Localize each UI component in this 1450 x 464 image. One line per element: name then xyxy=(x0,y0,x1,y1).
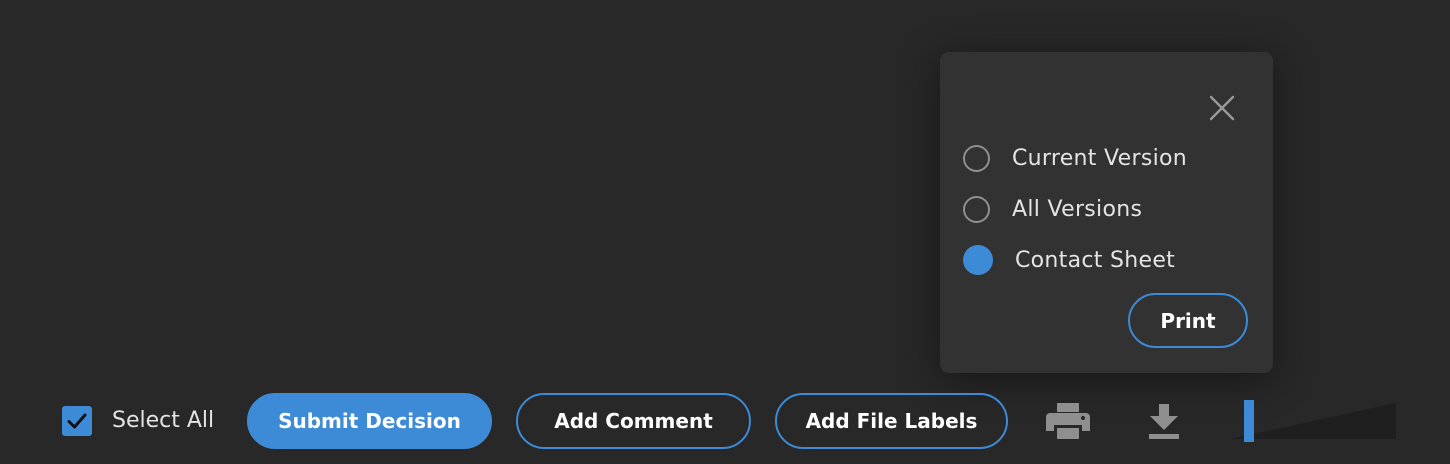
add-file-labels-button[interactable]: Add File Labels xyxy=(775,393,1008,449)
option-all-versions[interactable]: All Versions xyxy=(963,193,1142,225)
checkmark-icon xyxy=(67,413,87,429)
option-label: All Versions xyxy=(1012,196,1143,222)
submit-decision-button[interactable]: Submit Decision xyxy=(247,393,492,449)
option-label: Contact Sheet xyxy=(1015,247,1176,273)
print-button[interactable]: Print xyxy=(1128,293,1248,348)
option-contact-sheet[interactable]: Contact Sheet xyxy=(963,244,1175,276)
radio-contact-sheet[interactable] xyxy=(963,245,993,275)
scroll-indicator[interactable] xyxy=(1244,400,1254,442)
radio-current-version[interactable] xyxy=(963,144,990,172)
option-label: Current Version xyxy=(1012,145,1188,171)
select-all-label: Select All xyxy=(112,408,215,433)
option-current-version[interactable]: Current Version xyxy=(963,142,1187,174)
select-all-checkbox[interactable] xyxy=(62,406,92,436)
panel-edge-shadow xyxy=(1230,403,1396,439)
page: Current Version All Versions Contact She… xyxy=(0,0,1450,464)
radio-all-versions[interactable] xyxy=(963,195,990,223)
add-comment-button[interactable]: Add Comment xyxy=(516,393,751,449)
close-icon[interactable] xyxy=(1208,94,1236,122)
printer-icon[interactable] xyxy=(1046,402,1090,440)
download-icon[interactable] xyxy=(1148,404,1180,440)
print-options-popup: Current Version All Versions Contact She… xyxy=(940,52,1273,373)
